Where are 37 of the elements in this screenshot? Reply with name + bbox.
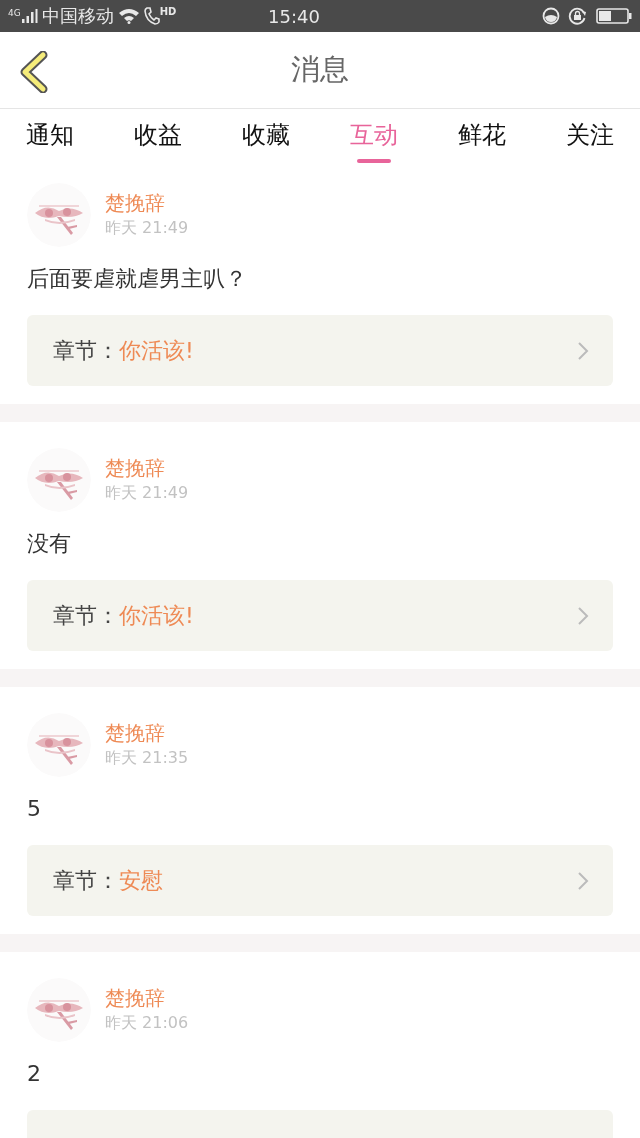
tab[interactable]: 鲜花 xyxy=(444,109,520,171)
chapter-label: 章节： xyxy=(53,867,119,895)
tab[interactable]: 收藏 xyxy=(228,109,304,171)
carrier-name: 中国移动 xyxy=(41,7,114,25)
phone-icon xyxy=(143,7,160,25)
chapter-card[interactable]: 章节：你活该! xyxy=(27,315,613,386)
tab[interactable]: 通知 xyxy=(12,109,88,171)
chapter-label: 章节： xyxy=(53,602,119,630)
chevron-right-icon xyxy=(577,605,589,626)
message-text: 2 xyxy=(27,1060,42,1088)
message-text: 5 xyxy=(27,795,42,823)
wifi-icon xyxy=(117,8,140,24)
message-text: 后面要虐就虐男主叭？ xyxy=(27,265,248,293)
message-time: 昨天 21:49 xyxy=(105,482,189,504)
message-text: 没有 xyxy=(27,530,72,558)
eye-comfort-icon xyxy=(542,7,560,25)
chapter-label: 章节： xyxy=(53,337,119,365)
chapter-name: 安慰 xyxy=(119,867,164,895)
clock: 15:40 xyxy=(268,4,321,29)
chapter-card[interactable]: 章节：你活该! xyxy=(27,580,613,651)
tab-underline xyxy=(357,159,391,163)
chapter-name: 你活该! xyxy=(119,602,195,630)
chevron-right-icon xyxy=(577,340,589,361)
chevron-right-icon xyxy=(577,870,589,891)
message-time: 昨天 21:49 xyxy=(105,217,189,239)
rotation-lock-icon xyxy=(568,7,588,25)
network-type: 4G xyxy=(8,9,21,18)
message-time: 昨天 21:06 xyxy=(105,1012,189,1034)
tab[interactable]: 关注 xyxy=(552,109,628,171)
chapter-name: 你活该! xyxy=(119,337,195,365)
chapter-card[interactable]: 章节：安慰 xyxy=(27,845,613,916)
tab[interactable]: 收益 xyxy=(120,109,196,171)
battery-icon xyxy=(596,7,632,25)
call-type: HD xyxy=(159,7,177,17)
page-title: 消息 xyxy=(291,51,349,89)
signal-icon xyxy=(21,9,38,23)
message-time: 昨天 21:35 xyxy=(105,747,189,769)
